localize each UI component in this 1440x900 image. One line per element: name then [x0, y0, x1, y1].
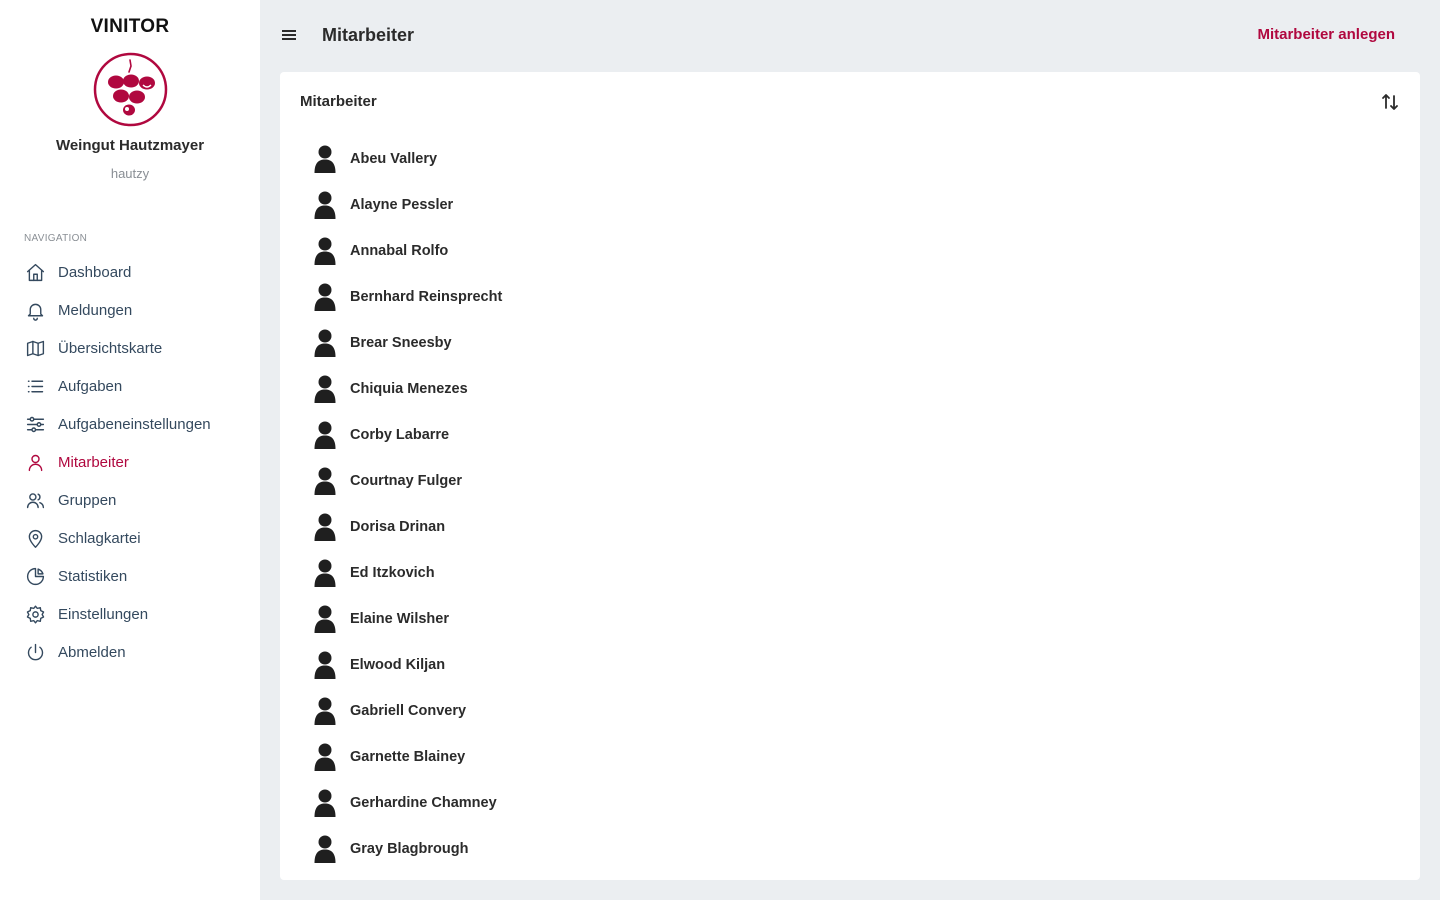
page-title: Mitarbeiter [322, 25, 415, 45]
list-item[interactable]: Garnette Blainey [300, 734, 1400, 780]
sidebar-item-label: Dashboard [58, 263, 132, 281]
person-avatar-icon [314, 651, 336, 679]
person-avatar-icon [314, 743, 336, 771]
list-item[interactable]: Brear Sneesby [300, 320, 1400, 366]
sidebar-item-label: Abmelden [58, 643, 126, 661]
list-item[interactable]: Gabriell Convery [300, 688, 1400, 734]
sidebar-item-label: Gruppen [58, 491, 117, 509]
sidebar: VINITOR Weingut Hautzmayer hautzy NAVIGA… [0, 0, 260, 900]
employee-name: Bernhard Reinsprecht [350, 289, 503, 305]
sidebar-item-mitarbeiter[interactable]: Mitarbeiter [0, 443, 260, 481]
gear-icon [24, 603, 46, 625]
sliders-icon [24, 413, 46, 435]
person-avatar-icon [314, 421, 336, 449]
employee-card: Mitarbeiter Abeu Vallery Alayne Pessler An… [280, 72, 1420, 880]
employee-name: Elwood Kiljan [350, 657, 446, 673]
top-bar: Mitarbeiter Mitarbeiter anlegen [260, 0, 1440, 72]
person-avatar-icon [314, 237, 336, 265]
employee-name: Dorisa Drinan [350, 519, 446, 535]
users-icon [24, 489, 46, 511]
sidebar-item-label: Statistiken [58, 567, 128, 585]
sidebar-item-aufgaben[interactable]: Aufgaben [0, 367, 260, 405]
employee-list: Abeu Vallery Alayne Pessler Annabal Rolfo B… [300, 136, 1400, 872]
home-icon [24, 261, 46, 283]
sort-icon[interactable] [1380, 92, 1400, 112]
sidebar-item-aufgabeneinstellungen[interactable]: Aufgabeneinstellungen [0, 405, 260, 443]
person-avatar-icon [314, 375, 336, 403]
sidebar-item-label: Mitarbeiter [58, 453, 129, 471]
employee-name: Annabal Rolfo [350, 243, 449, 259]
employee-name: Courtnay Fulger [350, 473, 462, 489]
person-avatar-icon [314, 329, 336, 357]
username: hautzy [110, 166, 150, 181]
sidebar-item-meldungen[interactable]: Meldungen [0, 291, 260, 329]
person-avatar-icon [314, 283, 336, 311]
winery-logo [93, 52, 168, 127]
person-avatar-icon [314, 605, 336, 633]
list-item[interactable]: Chiquia Menezes [300, 366, 1400, 412]
employee-name: Brear Sneesby [350, 335, 452, 351]
sidebar-item-label: Schlagkartei [58, 529, 141, 547]
employee-name: Corby Labarre [350, 427, 450, 443]
sidebar-item-uebersichtskarte[interactable]: Übersichtskarte [0, 329, 260, 367]
person-avatar-icon [314, 467, 336, 495]
person-avatar-icon [314, 697, 336, 725]
sidebar-item-label: Aufgaben [58, 377, 123, 395]
list-item[interactable]: Alayne Pessler [300, 182, 1400, 228]
sidebar-item-statistiken[interactable]: Statistiken [0, 557, 260, 595]
user-icon [24, 451, 46, 473]
list-item[interactable]: Gerhardine Chamney [300, 780, 1400, 826]
employee-name: Gray Blagbrough [350, 841, 469, 857]
employee-name: Gabriell Convery [350, 703, 467, 719]
employee-name: Gerhardine Chamney [350, 795, 497, 811]
employee-name: Chiquia Menezes [350, 381, 468, 397]
list-item[interactable]: Dorisa Drinan [300, 504, 1400, 550]
sidebar-item-label: Meldungen [58, 301, 133, 319]
sidebar-item-label: Aufgabeneinstellungen [58, 415, 211, 433]
person-avatar-icon [314, 145, 336, 173]
sidebar-item-abmelden[interactable]: Abmelden [0, 633, 260, 671]
power-icon [24, 641, 46, 663]
person-avatar-icon [314, 191, 336, 219]
list-icon [24, 375, 46, 397]
list-item[interactable]: Corby Labarre [300, 412, 1400, 458]
list-item[interactable]: Courtnay Fulger [300, 458, 1400, 504]
brand-name: VINITOR [90, 16, 170, 37]
sidebar-item-gruppen[interactable]: Gruppen [0, 481, 260, 519]
sidebar-item-label: Übersichtskarte [58, 339, 163, 357]
list-item[interactable]: Gray Blagbrough [300, 826, 1400, 872]
list-item[interactable]: Ed Itzkovich [300, 550, 1400, 596]
hamburger-menu-icon[interactable] [280, 26, 298, 44]
card-title: Mitarbeiter [300, 93, 377, 110]
list-item[interactable]: Abeu Vallery [300, 136, 1400, 182]
list-item[interactable]: Elaine Wilsher [300, 596, 1400, 642]
map-pin-icon [24, 527, 46, 549]
person-avatar-icon [314, 559, 336, 587]
sidebar-item-einstellungen[interactable]: Einstellungen [0, 595, 260, 633]
person-avatar-icon [314, 513, 336, 541]
sidebar-nav: Dashboard Meldungen Übersichtskarte Aufg… [0, 253, 260, 671]
sidebar-item-schlagkartei[interactable]: Schlagkartei [0, 519, 260, 557]
person-avatar-icon [314, 835, 336, 863]
employee-name: Elaine Wilsher [350, 611, 449, 627]
map-icon [24, 337, 46, 359]
company-name: Weingut Hautzmayer [55, 137, 205, 154]
sidebar-item-dashboard[interactable]: Dashboard [0, 253, 260, 291]
list-item[interactable]: Bernhard Reinsprecht [300, 274, 1400, 320]
create-employee-button[interactable]: Mitarbeiter anlegen [1257, 26, 1395, 43]
employee-name: Ed Itzkovich [350, 565, 435, 581]
employee-name: Garnette Blainey [350, 749, 466, 765]
nav-caption: NAVIGATION [24, 233, 88, 244]
list-item[interactable]: Elwood Kiljan [300, 642, 1400, 688]
pie-chart-icon [24, 565, 46, 587]
bell-icon [24, 299, 46, 321]
employee-name: Alayne Pessler [350, 197, 454, 213]
list-item[interactable]: Annabal Rolfo [300, 228, 1400, 274]
sidebar-item-label: Einstellungen [58, 605, 149, 623]
employee-name: Abeu Vallery [350, 151, 438, 167]
person-avatar-icon [314, 789, 336, 817]
